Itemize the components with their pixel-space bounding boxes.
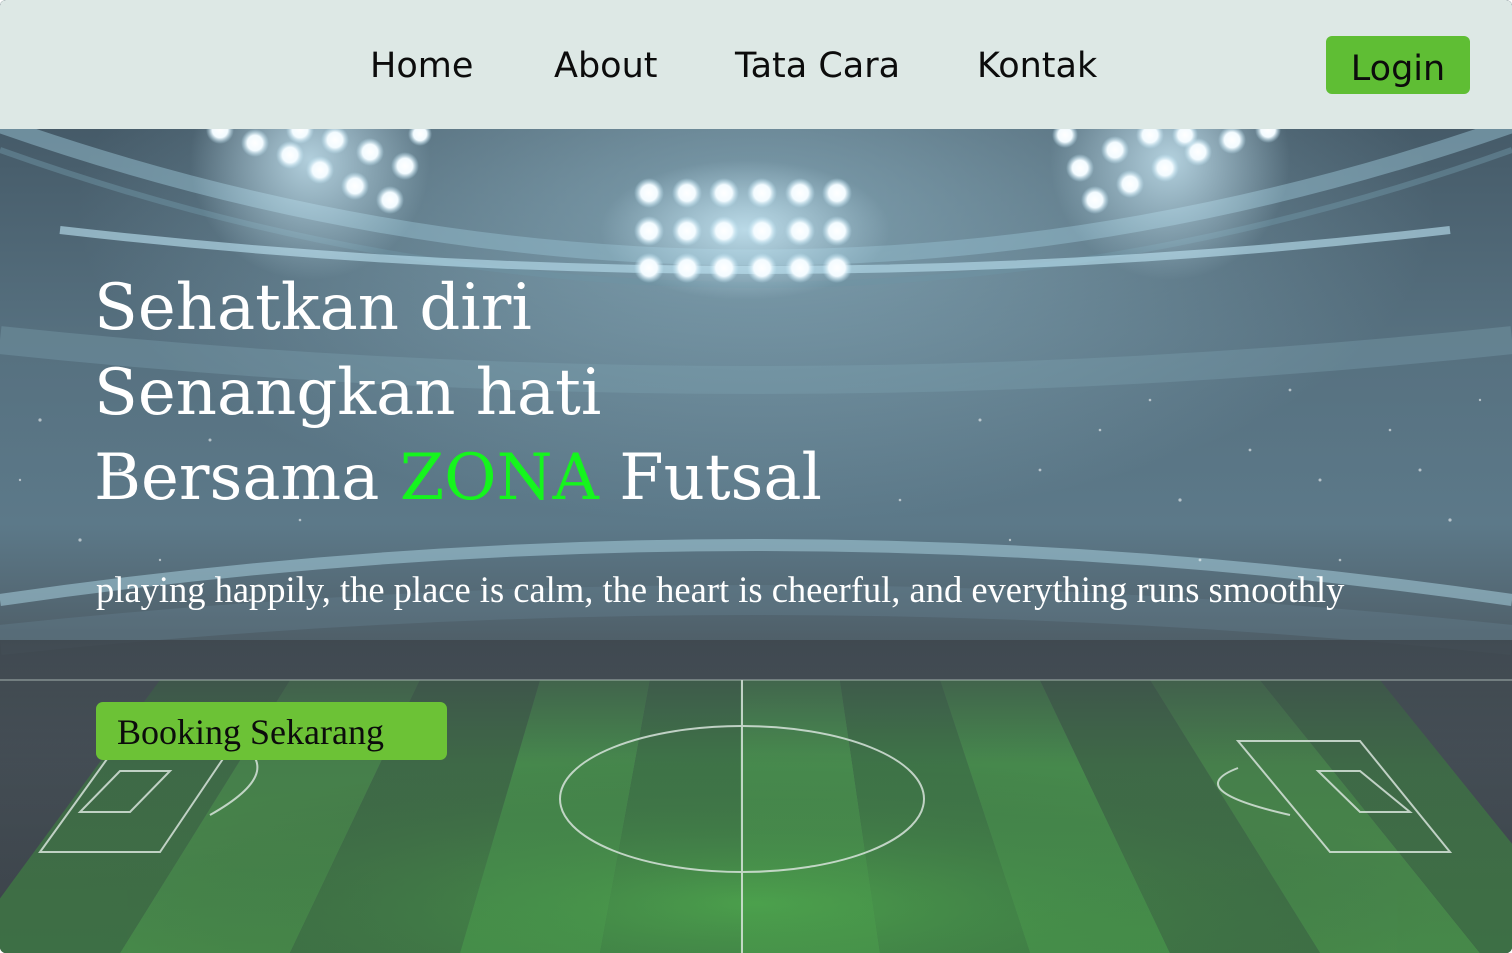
nav-link-kontak[interactable]: Kontak (977, 44, 1097, 88)
nav-link-tata-cara[interactable]: Tata Cara (735, 44, 900, 88)
booking-now-button[interactable]: Booking Sekarang (96, 702, 447, 760)
login-button[interactable]: Login (1326, 36, 1470, 94)
brand-accent-text: ZONA (399, 441, 599, 515)
headline-line-3-prefix: Bersama (94, 441, 400, 515)
headline-line-2: Senangkan hati (94, 356, 602, 430)
hero-headline: Sehatkan diri Senangkan hati Bersama ZON… (94, 266, 822, 521)
hero-tagline: playing happily, the place is calm, the … (96, 569, 1345, 610)
nav-link-about[interactable]: About (554, 44, 657, 88)
nav-link-home[interactable]: Home (370, 44, 473, 88)
top-navbar: Home About Tata Cara Kontak Login (0, 0, 1512, 129)
landing-page: Home About Tata Cara Kontak Login Sehatk… (0, 0, 1512, 953)
headline-line-3-suffix: Futsal (598, 441, 822, 515)
headline-line-1: Sehatkan diri (94, 271, 532, 345)
headline-line-3: Bersama ZONA Futsal (94, 436, 822, 521)
